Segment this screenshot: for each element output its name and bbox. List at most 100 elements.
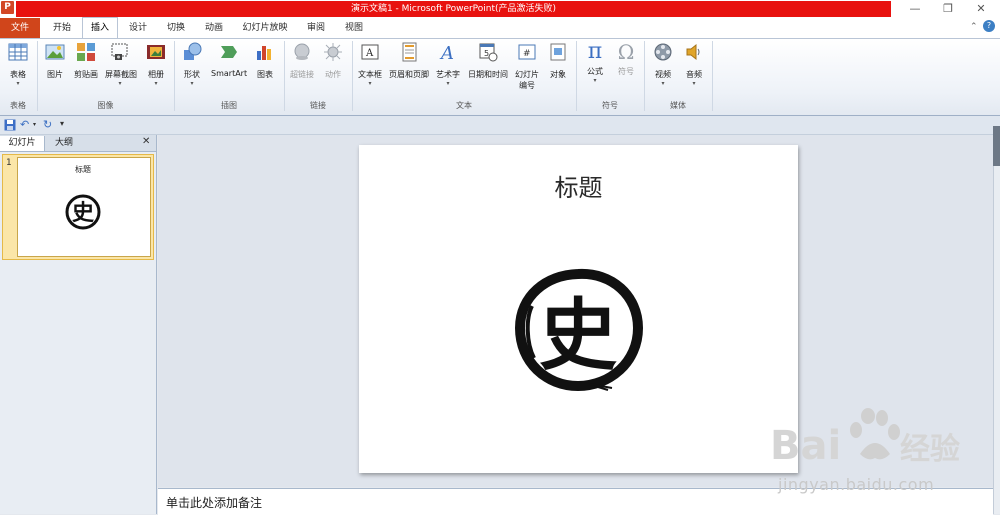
group-label-media: 媒体 [670, 101, 686, 110]
group-label-links: 链接 [310, 101, 326, 110]
slide-number-label-1: 幻灯片 [515, 70, 539, 79]
textbox-label: 文本框 [358, 70, 382, 79]
audio-label: 音频 [686, 70, 702, 79]
wordart-button[interactable]: A 艺术字 ▾ [433, 40, 463, 100]
tab-home[interactable]: 开始 [46, 18, 78, 38]
tab-slideshow[interactable]: 幻灯片放映 [236, 18, 294, 38]
window-title: 演示文稿1 - Microsoft PowerPoint(产品激活失败) [16, 1, 891, 17]
group-label-images: 图像 [97, 101, 114, 110]
hyperlink-label: 超链接 [290, 70, 314, 79]
chevron-down-icon: ▾ [154, 80, 158, 87]
undo-icon[interactable]: ↶ [20, 118, 29, 131]
film-reel-icon [654, 43, 672, 61]
slide-title-placeholder[interactable]: 标题 [359, 168, 798, 203]
customize-qat-icon[interactable]: ▾ [60, 119, 64, 128]
clipart-icon [77, 43, 95, 61]
group-label-tables: 表格 [10, 101, 26, 110]
hyperlink-globe-icon [294, 43, 310, 60]
chevron-down-icon: ▾ [692, 80, 696, 87]
minimize-button[interactable]: — [902, 0, 928, 18]
omega-icon: Ω [617, 40, 635, 64]
album-button[interactable]: 相册 ▾ [141, 40, 171, 100]
tab-slides[interactable]: 幻灯片 [0, 136, 45, 151]
tab-file[interactable]: 文件 [0, 18, 40, 38]
picture-label: 图片 [47, 70, 63, 79]
speaker-icon [686, 43, 700, 61]
wordart-label: 艺术字 [436, 70, 460, 79]
thumbnail-title: 标题 [75, 165, 91, 174]
symbol-button[interactable]: Ω 符号 [611, 40, 641, 100]
close-pane-icon[interactable]: ✕ [142, 136, 150, 147]
object-icon [550, 43, 566, 61]
slide-number-button[interactable]: # 幻灯片 编号 [512, 40, 542, 100]
textbox-button[interactable]: A 文本框 ▾ [355, 40, 385, 100]
group-separator [712, 41, 713, 111]
chevron-down-icon: ▾ [16, 80, 20, 87]
chevron-down-icon: ▾ [661, 80, 665, 87]
screenshot-label: 屏幕截图 [105, 70, 137, 79]
smartart-button[interactable]: SmartArt [211, 40, 247, 100]
clipart-button[interactable]: 剪贴画 [71, 40, 101, 100]
album-label: 相册 [148, 70, 164, 79]
equation-button[interactable]: π 公式 ▾ [580, 40, 610, 100]
undo-dropdown-icon[interactable]: ▾ [33, 121, 36, 128]
header-footer-label: 页眉和页脚 [389, 70, 429, 79]
slide-number: 1 [6, 158, 12, 168]
tab-outline[interactable]: 大纲 [46, 136, 82, 151]
hyperlink-button[interactable]: 超链接 [287, 40, 317, 100]
object-label: 对象 [550, 70, 566, 79]
tab-design[interactable]: 设计 [122, 18, 154, 38]
action-button[interactable]: 动作 [318, 40, 348, 100]
table-icon [8, 43, 28, 61]
action-label: 动作 [325, 70, 341, 79]
table-button[interactable]: 表格 ▾ [3, 40, 33, 100]
restore-button[interactable]: ❐ [935, 0, 961, 18]
screenshot-button[interactable]: 屏幕截图 ▾ [105, 40, 137, 100]
thumbnail-logo-char: 史 [72, 200, 95, 226]
chevron-down-icon: ▾ [593, 77, 597, 84]
tab-transitions[interactable]: 切换 [160, 18, 192, 38]
close-button[interactable]: ✕ [968, 0, 994, 18]
scrollbar-thumb[interactable] [993, 126, 1000, 166]
datetime-button[interactable]: 5 日期和时间 [466, 40, 510, 100]
svg-text:5: 5 [484, 49, 489, 58]
video-label: 视频 [655, 70, 671, 79]
repeat-icon[interactable]: ↻ [43, 118, 52, 131]
svg-text:A: A [439, 43, 454, 62]
tab-animations[interactable]: 动画 [198, 18, 230, 38]
slide-logo-image[interactable]: 史 [512, 266, 644, 394]
screenshot-icon [111, 43, 128, 60]
picture-button[interactable]: 图片 [40, 40, 70, 100]
calendar-clock-icon: 5 [479, 43, 498, 62]
chevron-down-icon: ▾ [368, 80, 372, 87]
tab-review[interactable]: 审阅 [300, 18, 332, 38]
pi-icon: π [587, 39, 603, 64]
notes-placeholder[interactable]: 单击此处添加备注 [166, 494, 262, 511]
table-label: 表格 [10, 70, 26, 79]
slide-number-icon: # [518, 44, 536, 60]
save-icon[interactable] [4, 119, 16, 131]
svg-text:#: # [523, 49, 531, 59]
chart-icon [257, 46, 271, 60]
audio-button[interactable]: 音频 ▾ [679, 40, 709, 100]
help-icon[interactable]: ? [983, 20, 995, 32]
clipart-label: 剪贴画 [74, 70, 98, 79]
smartart-label: SmartArt [211, 69, 248, 78]
action-icon [324, 43, 342, 61]
quick-access-toolbar [0, 116, 1000, 135]
ribbon-collapse-icon[interactable]: ⌃ [970, 22, 978, 32]
smartart-icon [221, 46, 237, 58]
header-footer-button[interactable]: 页眉和页脚 [388, 40, 430, 100]
powerpoint-app-icon[interactable]: P [1, 1, 14, 14]
paw-icon [850, 408, 900, 460]
wordart-icon: A [439, 43, 454, 64]
object-button[interactable]: 对象 [543, 40, 573, 100]
video-button[interactable]: 视频 ▾ [648, 40, 678, 100]
tab-insert[interactable]: 插入 [82, 17, 118, 39]
group-label-illustrations: 插图 [221, 101, 237, 110]
tab-view[interactable]: 视图 [338, 18, 370, 38]
shapes-icon [184, 42, 202, 60]
chart-button[interactable]: 图表 [250, 40, 280, 100]
thumbnail-logo-image: 史 [65, 194, 101, 230]
shapes-button[interactable]: 形状 ▾ [177, 40, 207, 100]
